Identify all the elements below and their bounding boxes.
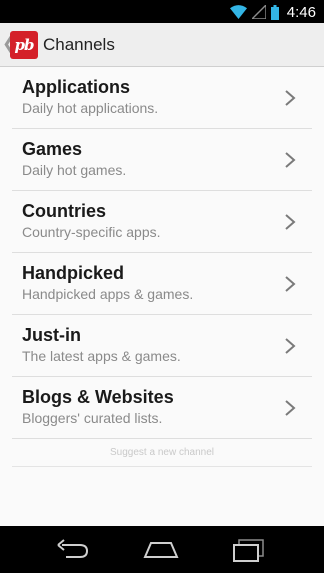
- battery-icon: [270, 4, 279, 20]
- channel-description: Handpicked apps & games.: [22, 286, 194, 302]
- channel-name: Games: [22, 139, 83, 159]
- app-logo[interactable]: pb: [10, 31, 38, 59]
- channel-item-handpicked[interactable]: Handpicked Handpicked apps & games.: [12, 253, 312, 315]
- chevron-right-icon: [285, 276, 296, 292]
- channel-item-applications[interactable]: Applications Daily hot applications.: [12, 67, 312, 129]
- action-bar: ❮ pb Channels: [0, 23, 324, 67]
- recent-apps-icon[interactable]: [230, 537, 270, 563]
- navigation-bar: [0, 526, 324, 573]
- status-icons: 4:46: [229, 3, 316, 21]
- channel-description: Country-specific apps.: [22, 224, 161, 240]
- channel-item-blogs-websites[interactable]: Blogs & Websites Bloggers' curated lists…: [12, 377, 312, 439]
- channel-description: Bloggers' curated lists.: [22, 410, 163, 426]
- chevron-right-icon: [285, 214, 296, 230]
- channel-name: Blogs & Websites: [22, 387, 174, 407]
- channel-name: Applications: [22, 77, 131, 97]
- status-bar: 4:46: [0, 0, 324, 23]
- channel-name: Handpicked: [22, 263, 125, 283]
- chevron-right-icon: [285, 90, 296, 106]
- wifi-icon: [229, 5, 247, 19]
- channel-name: Just-in: [22, 325, 82, 345]
- channel-list: Applications Daily hot applications. Gam…: [12, 67, 312, 439]
- divider: [12, 466, 312, 467]
- suggest-channel-link[interactable]: Suggest a new channel: [0, 447, 324, 458]
- channel-description: Daily hot games.: [22, 162, 127, 178]
- app-logo-text: pb: [14, 36, 35, 54]
- status-time: 4:46: [286, 3, 316, 21]
- channel-name: Countries: [22, 201, 107, 221]
- chevron-right-icon: [285, 400, 296, 416]
- chevron-right-icon: [285, 338, 296, 354]
- chevron-right-icon: [285, 152, 296, 168]
- page-title: Channels: [43, 35, 115, 54]
- channel-item-just-in[interactable]: Just-in The latest apps & games.: [12, 315, 312, 377]
- channel-list-container: Applications Daily hot applications. Gam…: [0, 67, 324, 526]
- channel-item-games[interactable]: Games Daily hot games.: [12, 129, 312, 191]
- channel-item-countries[interactable]: Countries Country-specific apps.: [12, 191, 312, 253]
- back-icon[interactable]: [52, 537, 92, 563]
- signal-icon: [251, 5, 266, 19]
- channel-description: Daily hot applications.: [22, 100, 159, 116]
- channel-description: The latest apps & games.: [22, 348, 181, 364]
- home-icon[interactable]: [141, 537, 181, 563]
